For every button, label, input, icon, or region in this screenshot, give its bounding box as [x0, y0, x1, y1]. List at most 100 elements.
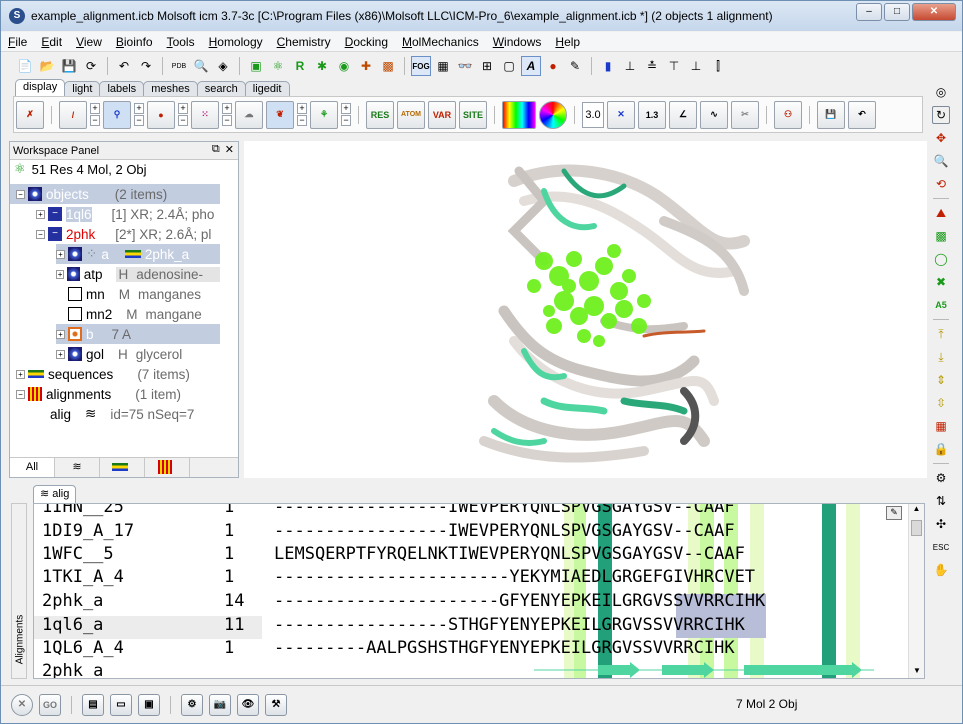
tree-item-alignments[interactable]: − alignments (1 item) — [10, 384, 220, 404]
tree-item-mn[interactable]: mn M manganes — [56, 284, 220, 304]
angle-icon[interactable]: ∠ — [669, 100, 697, 129]
zoom-icon[interactable]: 🔍 — [932, 152, 950, 170]
tab-display[interactable]: display — [15, 79, 66, 96]
align-bottom-icon[interactable]: ⊥ — [686, 56, 706, 76]
color-wheel-icon[interactable] — [539, 100, 567, 129]
tree-item-chain-a[interactable]: + ⁘ a 2phk_a — [56, 244, 220, 264]
clip-icon[interactable]: ⛰ — [932, 204, 950, 222]
torsion-icon[interactable]: ∿ — [700, 100, 728, 129]
move-up-icon[interactable]: ⤒ — [932, 325, 950, 343]
select-atom-icon[interactable]: ✱ — [312, 56, 332, 76]
site-label-icon[interactable]: SITE — [459, 100, 487, 129]
molecular-object-icon[interactable]: ⚇ — [774, 100, 802, 129]
rotate-icon[interactable]: ↻ — [932, 106, 950, 124]
escape-icon[interactable]: ESC — [932, 538, 950, 556]
gear-icon[interactable]: ⚙ — [181, 693, 203, 716]
save-icon[interactable]: 💾 — [59, 56, 79, 76]
terminal-toggle-icon[interactable]: ▣ — [138, 693, 160, 716]
ribbon-icon[interactable]: ❦ — [266, 100, 294, 129]
tab-light[interactable]: light — [64, 81, 101, 96]
atom-label-icon[interactable]: ATOM — [397, 100, 425, 129]
hand-icon[interactable]: ✋ — [932, 561, 950, 579]
color-ball-icon[interactable]: ● — [543, 56, 563, 76]
save-view-icon[interactable]: 💾 — [817, 100, 845, 129]
move-join-icon[interactable]: ⇳ — [932, 394, 950, 412]
dots-minus[interactable]: − — [222, 115, 232, 126]
close-button[interactable]: ✕ — [912, 3, 956, 21]
residue-icon[interactable]: R — [290, 56, 310, 76]
align-mid-icon[interactable]: ≛ — [642, 56, 662, 76]
dot-surface-icon[interactable]: ⁙ — [191, 100, 219, 129]
tree-item-alig[interactable]: alig ≋ id=75 nSeq=7 — [50, 404, 220, 424]
select-radius-icon[interactable]: A5 — [932, 296, 950, 314]
stick-minus[interactable]: − — [90, 115, 100, 126]
new-file-icon[interactable]: 📄 — [15, 56, 35, 76]
restore-view-icon[interactable]: ↶ — [848, 100, 876, 129]
alignment-scrollbar[interactable]: ▲ ▼ — [908, 504, 924, 678]
search-pdb-icon[interactable]: 🔍 — [191, 56, 211, 76]
surface-icon[interactable]: ☁ — [235, 100, 263, 129]
tree-item-1ql6[interactable]: + − 1ql6 [1] XR; 2.4Å; pho — [10, 204, 220, 224]
select-molecule-icon[interactable]: ⚛ — [268, 56, 288, 76]
window-icon[interactable]: ▢ — [499, 56, 519, 76]
ribbon-minus[interactable]: − — [297, 115, 307, 126]
menu-windows[interactable]: Windows — [486, 32, 549, 52]
box-icon[interactable]: ⊞ — [477, 56, 497, 76]
move-split-icon[interactable]: ⇕ — [932, 371, 950, 389]
tab-ligedit[interactable]: ligedit — [244, 81, 290, 96]
tab-all[interactable]: All — [10, 458, 55, 477]
open-folder-icon[interactable]: 📂 — [37, 56, 57, 76]
redo-icon[interactable]: ↷ — [136, 56, 156, 76]
select-invert-icon[interactable]: ▩ — [378, 56, 398, 76]
tree-item-gol[interactable]: + gol H glycerol — [56, 344, 220, 364]
distance-spinbox[interactable]: 3.0 — [582, 101, 604, 128]
undo-icon[interactable]: ↶ — [114, 56, 134, 76]
tab-alig[interactable]: ≋ alig — [33, 485, 77, 503]
tab-labels[interactable]: labels — [99, 81, 145, 96]
grid-icon[interactable]: ▦ — [433, 56, 453, 76]
ribbon-plus[interactable]: + — [297, 103, 307, 114]
ballstick-plus[interactable]: + — [134, 103, 144, 114]
close-icon[interactable]: ✕ — [225, 143, 234, 156]
clear-distances-icon[interactable]: ✂ — [731, 100, 759, 129]
center-icon[interactable]: ◎ — [932, 83, 950, 101]
tab-search[interactable]: search — [196, 81, 246, 96]
menu-molmechanics[interactable]: MolMechanics — [395, 32, 486, 52]
eye-icon[interactable]: 👁 — [237, 693, 259, 716]
select-x-icon[interactable]: ✖ — [932, 273, 950, 291]
select-neighbors-icon[interactable]: ✚ — [356, 56, 376, 76]
skin-icon[interactable]: ⚘ — [310, 100, 338, 129]
tools-icon[interactable]: ⚒ — [265, 693, 287, 716]
align-stretch-icon[interactable]: ⫿ — [708, 56, 728, 76]
menu-chemistry[interactable]: Chemistry — [270, 32, 338, 52]
select-lasso-icon[interactable]: ◯ — [932, 250, 950, 268]
ballstick-minus[interactable]: − — [134, 115, 144, 126]
font-a-icon[interactable]: A — [521, 56, 541, 76]
menu-edit[interactable]: Edit — [34, 32, 69, 52]
edit-icon[interactable]: ✎ — [886, 506, 902, 520]
tab-alignments-icon[interactable]: ≋ — [55, 458, 100, 477]
wand-icon[interactable]: ✎ — [565, 56, 585, 76]
move-down-icon[interactable]: ⤓ — [932, 348, 950, 366]
tree-item-atp[interactable]: + atp H adenosine- — [56, 264, 220, 284]
tree-item-chain-b[interactable]: + b 7 A — [56, 324, 220, 344]
maximize-button[interactable]: □ — [884, 3, 910, 21]
align-top-icon[interactable]: ▮ — [598, 56, 618, 76]
spin-icon[interactable]: ⟲ — [932, 175, 950, 193]
tab-tables-icon[interactable] — [145, 458, 190, 477]
tab-meshes[interactable]: meshes — [143, 81, 198, 96]
distance-net-icon[interactable]: ✕ — [607, 100, 635, 129]
menu-bioinfo[interactable]: Bioinfo — [109, 32, 160, 52]
menu-file[interactable]: File — [1, 32, 34, 52]
refresh-icon[interactable]: ⟳ — [81, 56, 101, 76]
select-box-icon[interactable]: ▩ — [932, 227, 950, 245]
distance-measure-icon[interactable]: 1.3 — [638, 100, 666, 129]
stop-icon[interactable]: ✕ — [11, 693, 33, 716]
zoom-z-icon[interactable]: ⇅ — [932, 492, 950, 510]
tab-sequences-icon[interactable] — [100, 458, 145, 477]
tag-icon[interactable]: ◈ — [213, 56, 233, 76]
menu-docking[interactable]: Docking — [338, 32, 395, 52]
stick-plus[interactable]: + — [90, 103, 100, 114]
float-icon[interactable]: ⧉ — [212, 143, 220, 156]
tree-item-mn2[interactable]: mn2 M mangane — [56, 304, 220, 324]
